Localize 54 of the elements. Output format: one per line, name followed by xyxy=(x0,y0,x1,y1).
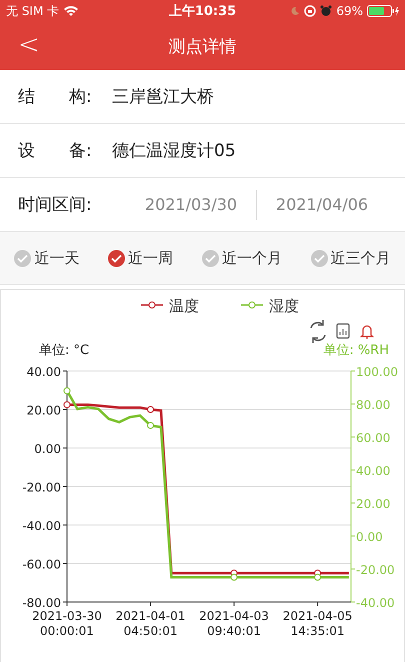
axis-tick-label: 60.00 xyxy=(356,431,390,445)
range-option[interactable]: 近一周 xyxy=(108,248,174,268)
start-date-field[interactable]: 2021/03/30 xyxy=(126,195,256,214)
axis-tick-label: -20.00 xyxy=(356,563,395,577)
point xyxy=(314,574,322,581)
left-axis-unit: 单位: °C xyxy=(39,343,90,358)
axis-tick-label: 20.00 xyxy=(356,497,390,511)
legend-label: 湿度 xyxy=(269,297,299,315)
field-label: 时间区间: xyxy=(18,194,93,216)
legend-item[interactable]: 湿度 xyxy=(241,297,299,315)
legend-item[interactable]: 温度 xyxy=(141,297,199,315)
page-title: 测点详情 xyxy=(168,36,236,58)
axis-tick-label: 40.00 xyxy=(26,365,61,379)
point xyxy=(230,574,238,581)
point xyxy=(147,406,154,413)
axis-tick-label: 2021-04-03 09:40:01 xyxy=(199,609,269,638)
axis-tick-label: 80.00 xyxy=(356,398,390,412)
axis-tick-label: -80.00 xyxy=(22,596,61,610)
point xyxy=(147,422,154,429)
rotation-lock-icon xyxy=(304,5,316,17)
clock-time: 上午10:35 xyxy=(168,3,236,20)
right-axis-unit: 单位: %RH xyxy=(323,343,389,358)
axis-tick-label: 20.00 xyxy=(26,404,61,418)
axis-tick-label: 0.00 xyxy=(356,530,383,544)
legend-label: 温度 xyxy=(169,297,199,315)
range-option[interactable]: 近一天 xyxy=(14,248,80,268)
axis-tick-label: -40.00 xyxy=(22,519,61,533)
point xyxy=(64,401,70,408)
refresh-icon[interactable] xyxy=(310,319,326,344)
range-option[interactable]: 近三个月 xyxy=(310,248,391,268)
data-view-icon[interactable] xyxy=(336,323,350,339)
wifi-icon xyxy=(63,5,80,17)
axis-tick-label: 2021-04-05 14:35:01 xyxy=(282,609,352,638)
axis-tick-label: 0.00 xyxy=(34,442,61,456)
field-value: 三岸邕江大桥 xyxy=(112,86,214,108)
carrier-text: 无 SIM 卡 xyxy=(6,2,60,20)
axis-tick-label: 2021-04-01 04:50:01 xyxy=(116,609,186,638)
axis-tick-label: 2021-03-30 00:00:01 xyxy=(32,609,102,638)
axis-tick-label: -20.00 xyxy=(22,480,61,494)
axis-tick-label: -60.00 xyxy=(22,558,61,572)
end-date-field[interactable]: 2021/04/06 xyxy=(257,195,387,214)
battery-percent: 69% xyxy=(336,4,364,18)
field-label: 结 构: xyxy=(18,86,93,108)
field-value: 德仁温湿度计05 xyxy=(112,140,236,162)
field-label: 设 备: xyxy=(18,140,93,162)
bell-icon[interactable] xyxy=(360,325,374,339)
range-option[interactable]: 近一个月 xyxy=(202,248,282,268)
battery-icon xyxy=(367,5,400,17)
back-button[interactable]: < xyxy=(12,30,46,60)
axis-tick-label: 100.00 xyxy=(356,365,398,379)
axis-tick-label: 40.00 xyxy=(356,464,390,478)
point xyxy=(64,387,70,394)
axis-tick-label: -40.00 xyxy=(356,596,395,610)
moon-icon xyxy=(290,6,300,16)
